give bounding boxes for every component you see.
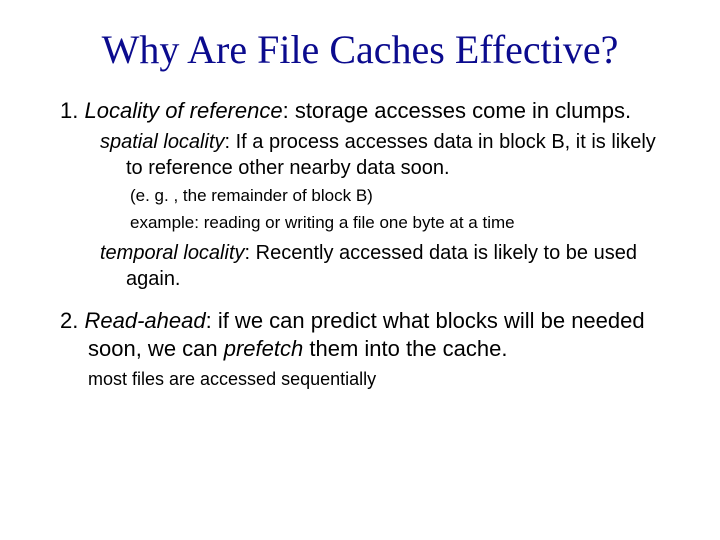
slide-title: Why Are File Caches Effective? [60, 28, 660, 73]
slide: Why Are File Caches Effective? 1. Locali… [0, 0, 720, 540]
spatial-locality: spatial locality: If a process accesses … [100, 130, 660, 181]
point-1: 1. Locality of reference: storage access… [60, 97, 660, 125]
point-2-rest: them into the cache. [303, 336, 507, 361]
spatial-term: spatial locality [100, 131, 225, 153]
point-2-note: most files are accessed sequentially [88, 369, 660, 390]
point-2-prefetch: prefetch [224, 336, 304, 361]
point-2: 2. Read-ahead: if we can predict what bl… [60, 307, 660, 363]
point-1-term: Locality of reference [84, 98, 282, 123]
point-2-term: Read-ahead [84, 308, 205, 333]
temporal-locality: temporal locality: Recently accessed dat… [100, 241, 660, 292]
point-2-number: 2. [60, 308, 78, 333]
spatial-example-2: example: reading or writing a file one b… [130, 212, 660, 235]
temporal-term: temporal locality [100, 242, 245, 264]
spatial-example-1: (e. g. , the remainder of block B) [130, 185, 660, 208]
point-1-rest: : storage accesses come in clumps. [283, 98, 631, 123]
point-1-number: 1. [60, 98, 78, 123]
